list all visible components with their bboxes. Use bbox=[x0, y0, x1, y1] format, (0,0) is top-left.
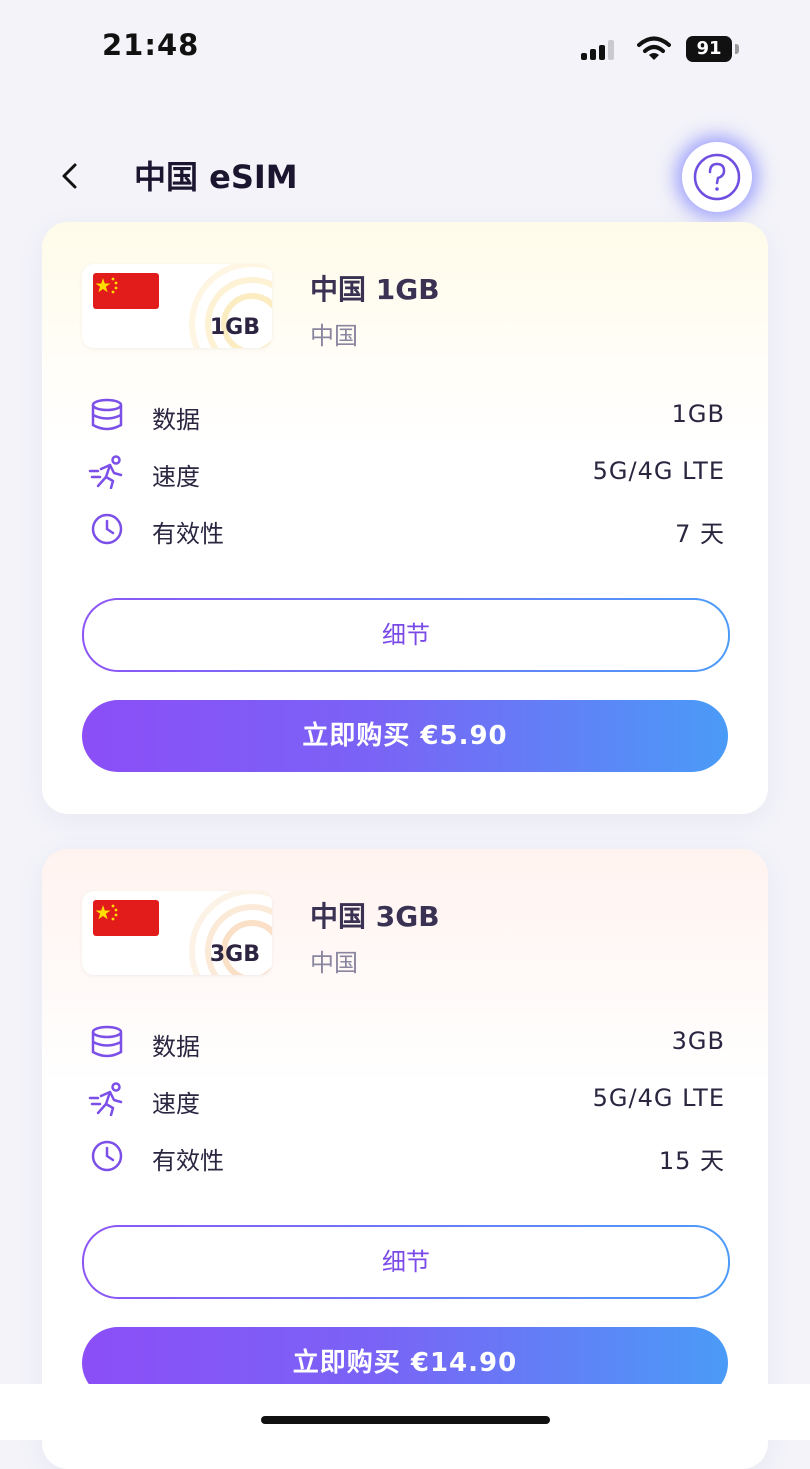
battery-icon: 91 bbox=[686, 36, 732, 62]
data-row: 数据 3GB bbox=[88, 1023, 728, 1063]
esim-card-thumbnail: 3GB bbox=[82, 891, 272, 975]
help-button[interactable] bbox=[682, 142, 752, 212]
buy-now-button[interactable]: 立即购买 €5.90 bbox=[82, 700, 728, 772]
battery-tip bbox=[735, 44, 739, 54]
row-label: 有效性 bbox=[152, 520, 224, 548]
china-flag-icon bbox=[93, 273, 159, 309]
plan-name: 中国 3GB bbox=[310, 900, 440, 933]
speed-row: 速度 5G/4G LTE bbox=[88, 1080, 728, 1120]
clock-icon bbox=[91, 1140, 123, 1172]
data-row: 数据 1GB bbox=[88, 396, 728, 436]
row-label: 速度 bbox=[152, 463, 200, 491]
page-title: 中国 eSIM bbox=[134, 158, 298, 196]
row-value: 7 天 bbox=[675, 520, 725, 548]
esim-card-thumbnail: 1GB bbox=[82, 264, 272, 348]
plan-card: 1GB 中国 1GB 中国 数据 1GB 速度 5G/4G LTE 有效性 7 … bbox=[42, 222, 768, 814]
question-circle-icon bbox=[693, 153, 741, 201]
nav-bar: 中国 eSIM bbox=[0, 130, 810, 220]
china-flag-icon bbox=[93, 900, 159, 936]
validity-row: 有效性 7 天 bbox=[88, 510, 728, 550]
validity-row: 有效性 15 天 bbox=[88, 1137, 728, 1177]
data-size-badge: 1GB bbox=[209, 315, 260, 340]
row-label: 速度 bbox=[152, 1090, 200, 1118]
row-value: 1GB bbox=[671, 400, 725, 428]
details-button[interactable]: 细节 bbox=[82, 598, 730, 672]
running-icon bbox=[88, 1082, 123, 1116]
running-icon bbox=[88, 455, 123, 489]
plan-card: 3GB 中国 3GB 中国 数据 3GB 速度 5G/4G LTE 有效性 15… bbox=[42, 849, 768, 1469]
plan-name: 中国 1GB bbox=[310, 273, 440, 306]
data-size-badge: 3GB bbox=[209, 942, 260, 967]
row-value: 5G/4G LTE bbox=[592, 457, 725, 485]
chevron-left-icon[interactable] bbox=[50, 156, 90, 196]
plan-country: 中国 bbox=[310, 949, 358, 977]
row-label: 有效性 bbox=[152, 1147, 224, 1175]
row-label: 数据 bbox=[152, 1033, 200, 1061]
speed-row: 速度 5G/4G LTE bbox=[88, 453, 728, 493]
database-icon bbox=[91, 1025, 123, 1058]
row-value: 15 天 bbox=[658, 1147, 725, 1175]
details-button[interactable]: 细节 bbox=[82, 1225, 730, 1299]
status-bar: 21:48 91 bbox=[0, 0, 810, 100]
plan-country: 中国 bbox=[310, 322, 358, 350]
bottom-safe-area bbox=[0, 1384, 810, 1440]
wifi-icon bbox=[637, 36, 671, 60]
clock-icon bbox=[91, 513, 123, 545]
row-label: 数据 bbox=[152, 406, 200, 434]
row-value: 3GB bbox=[671, 1027, 725, 1055]
status-time: 21:48 bbox=[102, 28, 200, 62]
cellular-signal-icon bbox=[581, 40, 621, 60]
home-indicator[interactable] bbox=[261, 1416, 550, 1424]
row-value: 5G/4G LTE bbox=[592, 1084, 725, 1112]
database-icon bbox=[91, 398, 123, 431]
